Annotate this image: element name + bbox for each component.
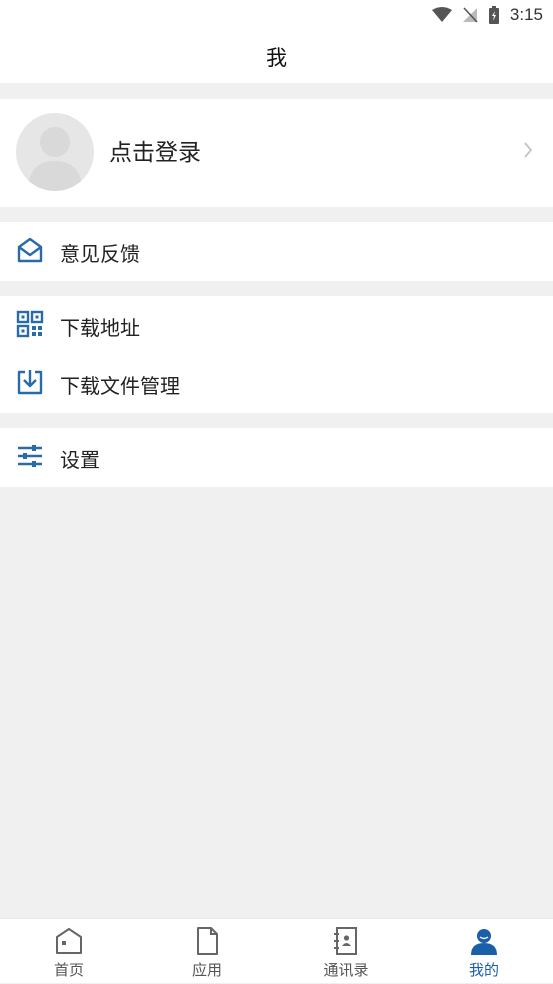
status-icons: 3:15 [431, 5, 543, 25]
menu-item-settings[interactable]: 设置 [0, 428, 553, 487]
status-bar: 3:15 [0, 0, 553, 30]
user-icon [471, 929, 497, 955]
tab-contacts[interactable]: 通讯录 [277, 919, 415, 984]
battery-charging-icon [488, 6, 499, 24]
home-icon [56, 928, 82, 954]
menu-group-downloads: 下载地址 下载文件管理 [0, 296, 553, 413]
no-signal-icon [462, 7, 478, 23]
menu-group-feedback: 意见反馈 [0, 222, 553, 281]
contacts-icon [334, 927, 357, 955]
avatar-placeholder-icon [28, 127, 82, 191]
status-time: 3:15 [509, 5, 543, 24]
bottom-tab-bar: 首页 应用 通讯录 我的 [0, 918, 553, 983]
menu-group-settings: 设置 [0, 428, 553, 487]
envelope-open-icon [17, 237, 43, 263]
wifi-icon [431, 7, 452, 22]
login-label: 点击登录 [109, 140, 201, 166]
avatar [16, 113, 94, 191]
header: 我 [0, 30, 553, 83]
tab-label: 应用 [191, 961, 222, 979]
qr-code-icon [16, 310, 44, 338]
menu-item-label: 意见反馈 [60, 242, 140, 266]
sliders-icon [18, 445, 42, 467]
document-icon [197, 927, 218, 955]
menu-item-label: 设置 [60, 448, 100, 472]
tab-label: 通讯录 [323, 961, 369, 979]
menu-item-feedback[interactable]: 意见反馈 [0, 222, 553, 281]
tab-apps[interactable]: 应用 [138, 919, 276, 984]
menu-item-label: 下载地址 [60, 316, 140, 340]
menu-item-download-files[interactable]: 下载文件管理 [0, 354, 553, 413]
menu-item-label: 下载文件管理 [60, 374, 180, 398]
menu-item-download-url[interactable]: 下载地址 [0, 296, 553, 354]
tab-me[interactable]: 我的 [415, 919, 553, 984]
tab-label: 首页 [53, 961, 84, 979]
download-tray-icon [17, 370, 43, 395]
chevron-right-icon [524, 142, 533, 158]
login-row[interactable]: 点击登录 [0, 99, 553, 207]
page-title: 我 [266, 46, 287, 70]
tab-label: 我的 [468, 961, 499, 979]
tab-home[interactable]: 首页 [0, 919, 138, 984]
